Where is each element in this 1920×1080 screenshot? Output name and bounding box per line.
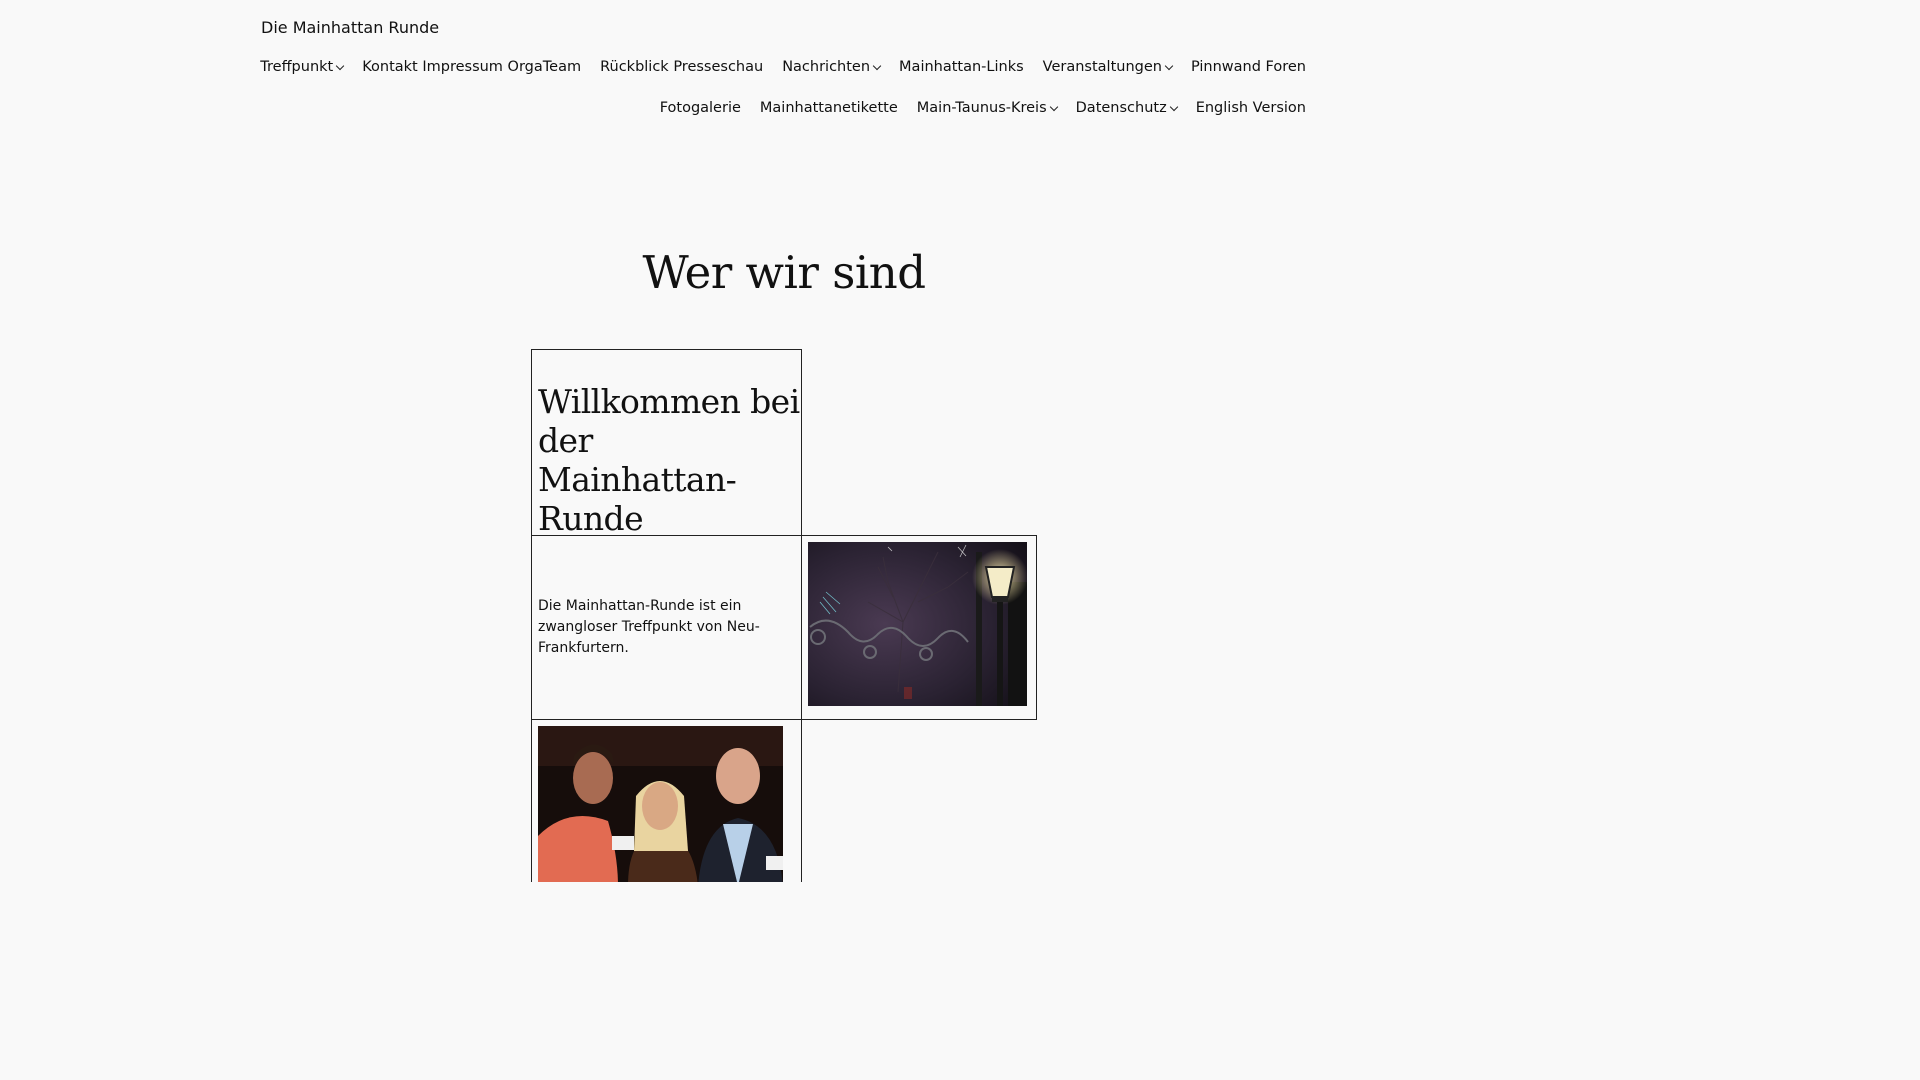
nav-item-main-taunus-kreis[interactable]: Main-Taunus-Kreis bbox=[916, 98, 1058, 118]
chevron-down-icon bbox=[872, 61, 882, 70]
nav-item-label: Rückblick Presseschau bbox=[600, 59, 764, 75]
main-nav-row-2: Fotogalerie Mainhattanetikette Main-Taun… bbox=[660, 98, 1306, 118]
chevron-down-icon bbox=[1049, 102, 1058, 111]
nav-item-datenschutz[interactable]: Datenschutz bbox=[1075, 98, 1178, 118]
nav-item-label: English Version bbox=[1195, 100, 1306, 116]
intro-text: Die Mainhattan-Runde ist ein zwangloser … bbox=[538, 598, 760, 656]
nav-item-label: Nachrichten bbox=[782, 59, 871, 75]
nav-item-rueckblick-presseschau[interactable]: Rückblick Presseschau bbox=[600, 57, 763, 77]
nav-item-fotogalerie[interactable]: Fotogalerie bbox=[660, 98, 741, 118]
nav-item-label: Main-Taunus-Kreis bbox=[916, 100, 1047, 116]
nav-item-kontakt-impressum-orgateam[interactable]: Kontakt Impressum OrgaTeam bbox=[362, 57, 581, 77]
page: Die Mainhattan Runde Treffpunkt Kontakt … bbox=[0, 0, 1568, 882]
nav-item-label: Veranstaltungen bbox=[1042, 59, 1162, 75]
nav-item-label: Fotogalerie bbox=[659, 100, 741, 116]
nav-item-treffpunkt[interactable]: Treffpunkt bbox=[260, 57, 345, 77]
nav-item-label: Kontakt Impressum OrgaTeam bbox=[362, 59, 582, 75]
welcome-heading: Willkommen bei der Mainhattan-Runde bbox=[538, 382, 800, 538]
nav-item-label: Treffpunkt bbox=[260, 59, 334, 75]
chevron-down-icon bbox=[1169, 102, 1178, 111]
night-fireworks-photo bbox=[808, 542, 1027, 706]
chevron-down-icon bbox=[335, 61, 345, 70]
site-title-link[interactable]: Die Mainhattan Runde bbox=[261, 16, 439, 40]
nav-item-label: Mainhattanetikette bbox=[759, 100, 898, 116]
page-title: Wer wir sind bbox=[642, 246, 926, 299]
nav-item-mainhattan-links[interactable]: Mainhattan-Links bbox=[899, 57, 1024, 77]
nav-item-label: Datenschutz bbox=[1075, 100, 1167, 116]
nav-item-mainhattanetikette[interactable]: Mainhattanetikette bbox=[760, 98, 898, 118]
nav-item-label: Mainhattan-Links bbox=[899, 59, 1024, 75]
main-nav-row-1: Treffpunkt Kontakt Impressum OrgaTeam Rü… bbox=[260, 57, 1306, 77]
nav-item-veranstaltungen[interactable]: Veranstaltungen bbox=[1042, 57, 1174, 77]
chevron-down-icon bbox=[1164, 61, 1174, 70]
group-photo bbox=[538, 726, 783, 882]
nav-item-nachrichten[interactable]: Nachrichten bbox=[782, 57, 882, 77]
nav-item-label: Pinnwand Foren bbox=[1190, 59, 1306, 75]
nav-item-pinnwand-foren[interactable]: Pinnwand Foren bbox=[1191, 57, 1306, 77]
nav-item-english-version[interactable]: English Version bbox=[1196, 98, 1306, 118]
